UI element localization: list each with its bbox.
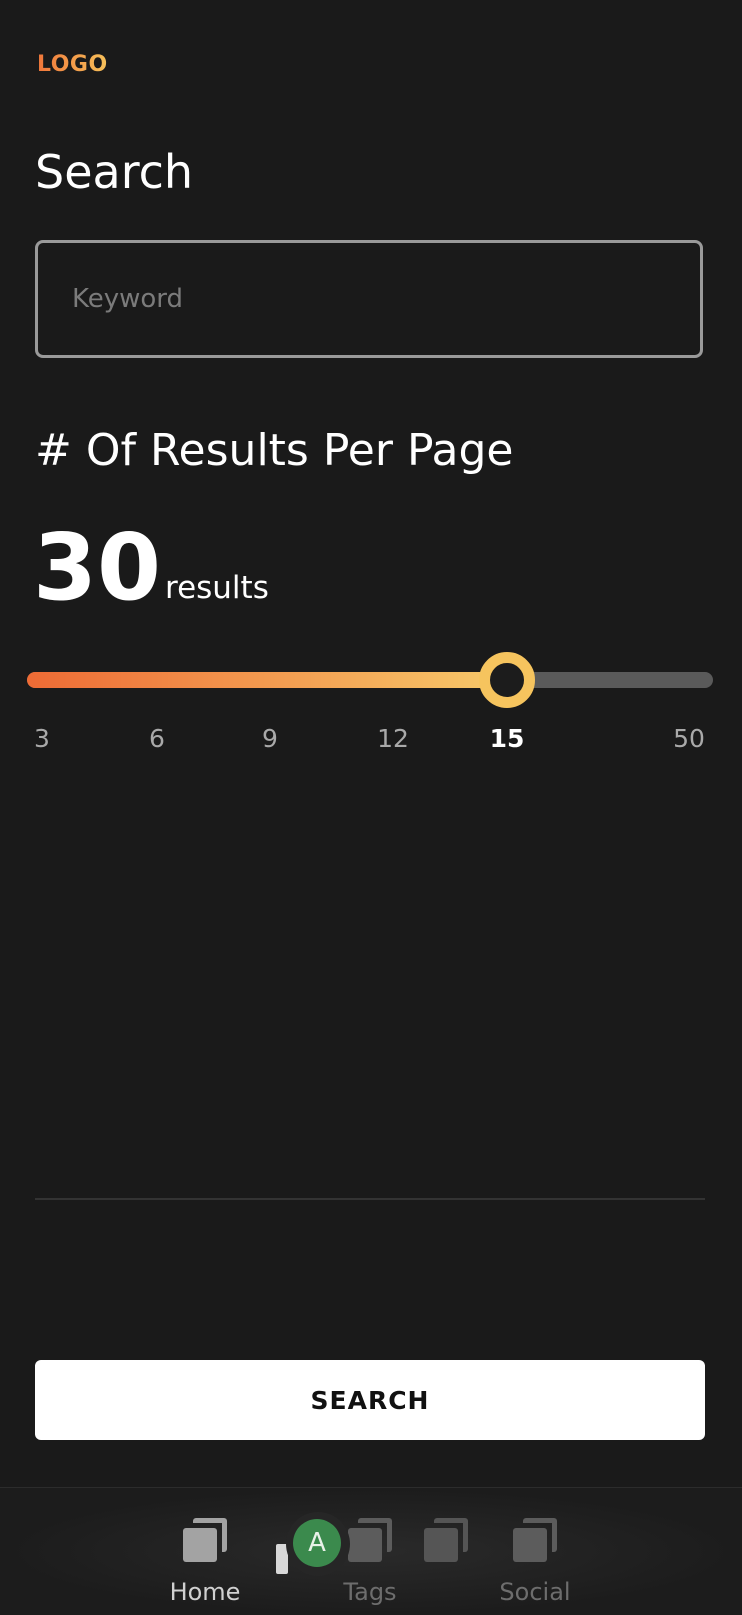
nav-item-social[interactable]: Social [480,1488,590,1615]
results-per-page-heading: # Of Results Per Page [35,425,514,476]
results-count-value: 30 [33,514,162,621]
stack-icon [183,1518,227,1562]
stack-icon [513,1518,557,1562]
slider-tick-50[interactable]: 50 [673,724,705,753]
avatar[interactable]: A [293,1519,341,1567]
slider-tick-3[interactable]: 3 [34,724,50,753]
slider-tick-12[interactable]: 12 [377,724,409,753]
slider-tick-15[interactable]: 15 [490,724,525,753]
stack-icon [348,1518,392,1562]
stack-icon[interactable] [424,1518,468,1562]
nav-item-home[interactable]: Home [150,1488,260,1615]
keyword-input[interactable] [35,240,703,358]
results-slider-thumb[interactable] [479,652,536,708]
nav-label-home: Home [169,1578,241,1606]
slider-tick-9[interactable]: 9 [262,724,278,753]
nav-label-social: Social [499,1578,571,1606]
app-logo: LOGO [37,52,108,77]
results-slider-track[interactable] [27,672,713,688]
section-divider [35,1198,705,1200]
page-title: Search [35,145,194,199]
nav-label-tags: Tags [343,1578,397,1606]
results-slider-fill [27,672,508,688]
bottom-navigation: Home Tags Social A [0,1487,742,1615]
results-unit-label: results [165,570,269,606]
slider-tick-6[interactable]: 6 [149,724,165,753]
search-button[interactable]: SEARCH [35,1360,705,1440]
